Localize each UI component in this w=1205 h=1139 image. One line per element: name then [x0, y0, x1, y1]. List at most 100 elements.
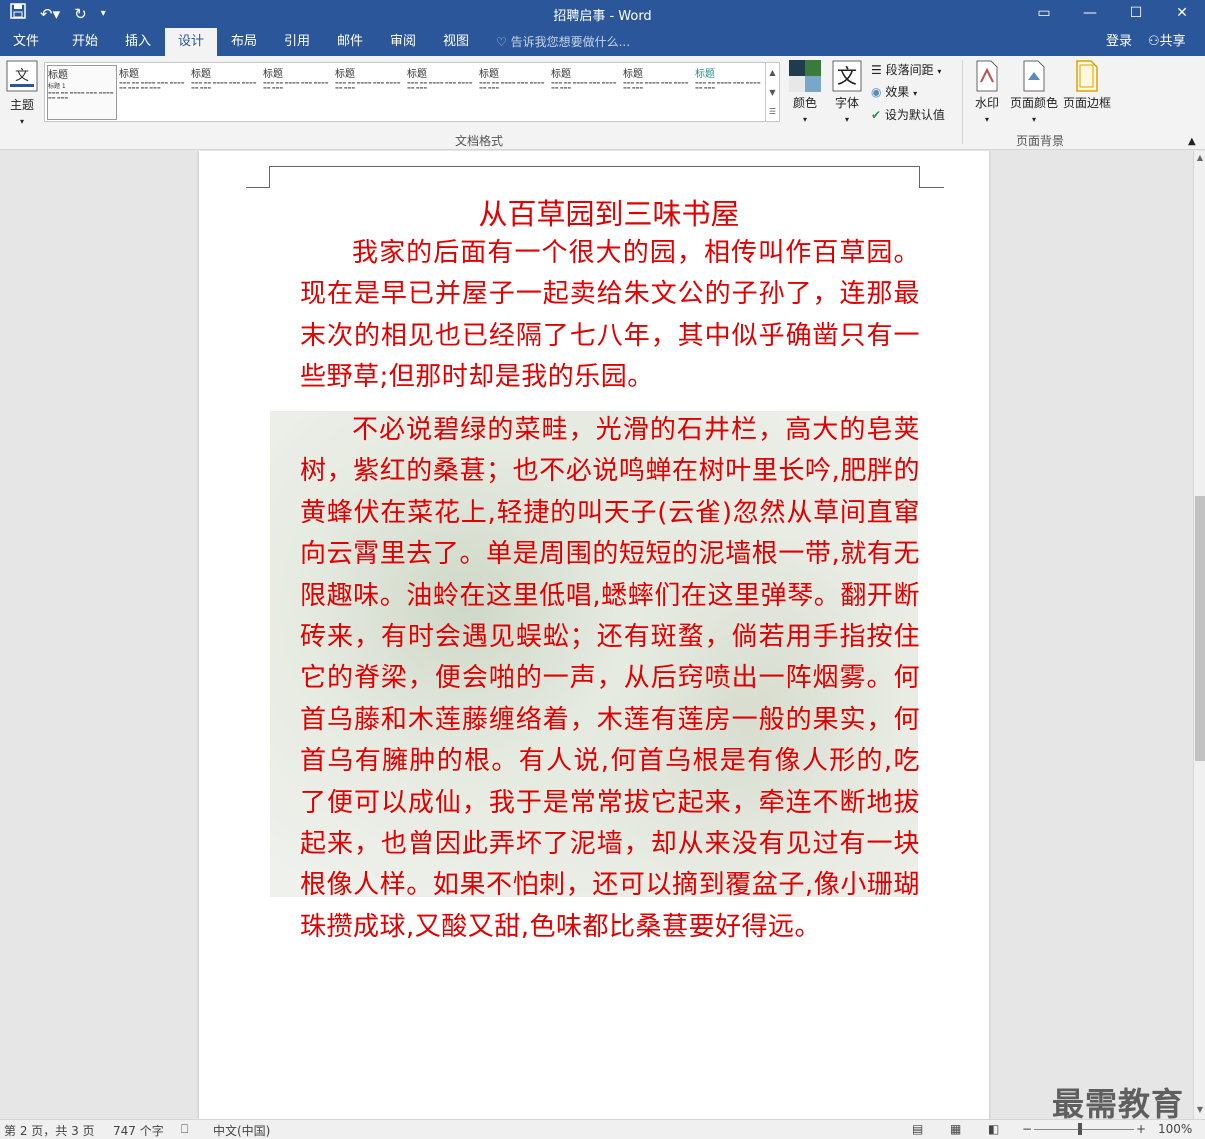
- svg-text:文: 文: [837, 64, 857, 88]
- effects-button[interactable]: ◉ 效果 ▾: [871, 82, 917, 104]
- gallery-scroll[interactable]: ▲ ▼ ☰: [766, 62, 780, 122]
- paragraph-spacing-dropdown-icon: ▾: [937, 67, 942, 76]
- share-button[interactable]: ⚇共享: [1148, 28, 1186, 56]
- themes-button[interactable]: 文 主题 ▾: [4, 60, 40, 127]
- style-set-item[interactable]: 标题 ▬▬▬ ▬▬ ▬▬▬▬ ▬▬▬ ▬▬▬▬ ▬▬ ▬▬▬: [335, 65, 405, 120]
- tab-file[interactable]: 文件: [0, 28, 52, 56]
- tell-me-search[interactable]: ♡ 告诉我您想要做什么...: [496, 28, 630, 56]
- set-default-button[interactable]: ✔ 设为默认值: [871, 105, 945, 125]
- scroll-thumb[interactable]: [1195, 496, 1205, 761]
- document-page[interactable]: 从百草园到三味书屋 我家的后面有一个很大的园，相传叫作百草园。现在是早已并屋子一…: [199, 151, 989, 1119]
- scroll-down-icon[interactable]: ▼: [1194, 1105, 1205, 1114]
- style-set-item[interactable]: 标题 ▬▬▬ ▬▬ ▬▬▬▬ ▬▬▬ ▬▬▬▬ ▬▬ ▬▬▬: [191, 65, 261, 120]
- style-heading: 标题: [695, 69, 715, 80]
- paragraph-1[interactable]: 我家的后面有一个很大的园，相传叫作百草园。现在是早已并屋子一起卖给朱文公的子孙了…: [300, 233, 920, 399]
- zoom-in-icon[interactable]: +: [1136, 1122, 1146, 1136]
- word-count[interactable]: 747 个字: [113, 1122, 164, 1139]
- person-icon: ⚇: [1148, 34, 1160, 49]
- style-heading: 标题: [407, 69, 427, 80]
- lightbulb-icon: ♡: [496, 35, 511, 49]
- style-set-item[interactable]: 标题 标题 1 ▬▬▬ ▬▬ ▬▬▬▬ ▬▬▬ ▬▬▬▬ ▬▬ ▬▬▬: [47, 65, 117, 120]
- page-border-label: 页面边框: [1062, 96, 1111, 110]
- paragraph-spacing-icon: ☰: [871, 63, 886, 77]
- vertical-scrollbar[interactable]: ▲ ▼: [1193, 151, 1205, 1119]
- style-set-item[interactable]: 标题 ▬▬▬ ▬▬ ▬▬▬▬ ▬▬▬ ▬▬▬▬ ▬▬ ▬▬▬: [695, 65, 765, 120]
- style-set-item[interactable]: 标题 ▬▬▬ ▬▬ ▬▬▬▬ ▬▬▬ ▬▬▬▬ ▬▬ ▬▬▬: [479, 65, 549, 120]
- minimize-icon[interactable]: —: [1067, 0, 1113, 28]
- print-layout-icon[interactable]: ▦: [950, 1122, 961, 1136]
- tab-mailings[interactable]: 邮件: [324, 28, 376, 56]
- style-set-item[interactable]: 标题 ▬▬▬ ▬▬ ▬▬▬▬ ▬▬▬ ▬▬▬▬ ▬▬ ▬▬▬: [263, 65, 333, 120]
- fonts-label: 字体: [834, 96, 859, 110]
- read-mode-icon[interactable]: ▤: [912, 1122, 923, 1136]
- gallery-more-icon[interactable]: ☰: [766, 103, 779, 121]
- zoom-slider[interactable]: [1034, 1129, 1134, 1130]
- tab-layout[interactable]: 布局: [218, 28, 270, 56]
- effects-label: 效果: [885, 85, 910, 99]
- document-workspace: 从百草园到三味书屋 我家的后面有一个很大的园，相传叫作百草园。现在是早已并屋子一…: [0, 151, 1193, 1119]
- ribbon-tabs: 文件 开始 插入 设计 布局 引用 邮件 审阅 视图 ♡ 告诉我您想要做什么..…: [0, 28, 1205, 56]
- style-sub: 标题 1: [48, 83, 66, 90]
- tab-design[interactable]: 设计: [165, 28, 217, 56]
- document-heading[interactable]: 从百草园到三味书屋: [300, 191, 918, 233]
- colors-button[interactable]: 颜色 ▾: [786, 60, 824, 125]
- group-label-page-background: 页面背景: [1016, 134, 1065, 148]
- language[interactable]: 中文(中国): [213, 1122, 270, 1139]
- page-border-button[interactable]: 页面边框: [1062, 60, 1112, 111]
- paragraph-spacing-button[interactable]: ☰ 段落间距 ▾: [871, 60, 941, 82]
- login-link[interactable]: 登录: [1106, 28, 1132, 56]
- style-heading: 标题: [263, 69, 283, 80]
- crop-mark: [919, 166, 920, 188]
- zoom-level[interactable]: 100%: [1158, 1122, 1192, 1136]
- tab-view[interactable]: 视图: [430, 28, 482, 56]
- zoom-out-icon[interactable]: −: [1022, 1122, 1032, 1136]
- tab-references[interactable]: 引用: [271, 28, 323, 56]
- style-heading: 标题: [119, 69, 139, 80]
- tab-review[interactable]: 审阅: [377, 28, 429, 56]
- page-border-icon: [1076, 60, 1098, 92]
- set-default-label: 设为默认值: [884, 108, 945, 122]
- watermark-icon: [976, 60, 998, 92]
- tab-home[interactable]: 开始: [59, 28, 111, 56]
- header-line: [269, 166, 919, 167]
- window-controls: ▭ — ☐ ✕: [1021, 0, 1205, 28]
- proofing-icon[interactable]: ⎕: [181, 1122, 188, 1137]
- style-heading: 标题: [479, 69, 499, 80]
- ribbon-display-icon[interactable]: ▭: [1021, 0, 1067, 28]
- gallery-up-icon[interactable]: ▲: [766, 63, 779, 83]
- colors-label: 颜色: [792, 96, 817, 110]
- crop-mark: [269, 166, 270, 188]
- style-set-item[interactable]: 标题 ▬▬▬ ▬▬ ▬▬▬▬ ▬▬▬ ▬▬▬▬ ▬▬ ▬▬▬: [623, 65, 693, 120]
- theme-label: 主题: [9, 98, 34, 112]
- maximize-icon[interactable]: ☐: [1113, 0, 1159, 28]
- collapse-ribbon-icon[interactable]: ▲: [1188, 132, 1196, 152]
- document-format-gallery: 标题 标题 1 ▬▬▬ ▬▬ ▬▬▬▬ ▬▬▬ ▬▬▬▬ ▬▬ ▬▬▬ 标题 ▬▬▬ …: [44, 62, 766, 122]
- zoom-slider-thumb[interactable]: [1078, 1123, 1082, 1135]
- paragraph-2[interactable]: 不必说碧绿的菜畦，光滑的石井栏，高大的皂荚树，紫红的桑葚；也不必说鸣蝉在树叶里长…: [300, 410, 920, 948]
- page-color-label: 页面颜色: [1009, 96, 1058, 110]
- scroll-up-icon[interactable]: ▲: [1194, 153, 1205, 162]
- watermark-label: 水印: [974, 96, 999, 110]
- page-color-button[interactable]: 页面颜色 ▾: [1008, 60, 1060, 125]
- style-set-item[interactable]: 标题 ▬▬▬ ▬▬ ▬▬▬▬ ▬▬▬ ▬▬▬▬ ▬▬ ▬▬▬: [407, 65, 477, 120]
- page-color-dropdown-icon: ▾: [1031, 115, 1036, 124]
- svg-text:文: 文: [15, 68, 29, 84]
- status-bar: 第 2 页，共 3 页 747 个字 ⎕ 中文(中国) ▤ ▦ ◧ − + 10…: [0, 1119, 1205, 1139]
- page-count[interactable]: 第 2 页，共 3 页: [4, 1122, 95, 1139]
- share-label: 共享: [1159, 34, 1186, 49]
- group-separator: [962, 60, 963, 144]
- style-set-item[interactable]: 标题 ▬▬▬ ▬▬ ▬▬▬▬ ▬▬▬ ▬▬▬▬ ▬▬ ▬▬▬: [551, 65, 621, 120]
- style-set-item[interactable]: 标题 ▬▬▬ ▬▬ ▬▬▬▬ ▬▬▬ ▬▬▬▬ ▬▬ ▬▬▬ ▬▬ ▬▬▬: [119, 65, 189, 120]
- web-layout-icon[interactable]: ◧: [988, 1122, 999, 1136]
- close-icon[interactable]: ✕: [1159, 0, 1205, 28]
- fonts-button[interactable]: 文 字体 ▾: [830, 60, 864, 125]
- theme-dropdown-icon: ▾: [19, 117, 24, 126]
- ribbon-design: 文 主题 ▾ 标题 标题 1 ▬▬▬ ▬▬ ▬▬▬▬ ▬▬▬ ▬▬▬▬ ▬▬ ▬▬▬ …: [0, 56, 1205, 150]
- style-heading: 标题: [551, 69, 571, 80]
- watermark-button[interactable]: 水印 ▾: [970, 60, 1004, 125]
- gallery-down-icon[interactable]: ▼: [766, 83, 779, 103]
- page-color-icon: [1023, 60, 1045, 92]
- style-heading: 标题: [191, 69, 211, 80]
- group-label-document-format: 文档格式: [455, 134, 504, 148]
- tab-insert[interactable]: 插入: [112, 28, 164, 56]
